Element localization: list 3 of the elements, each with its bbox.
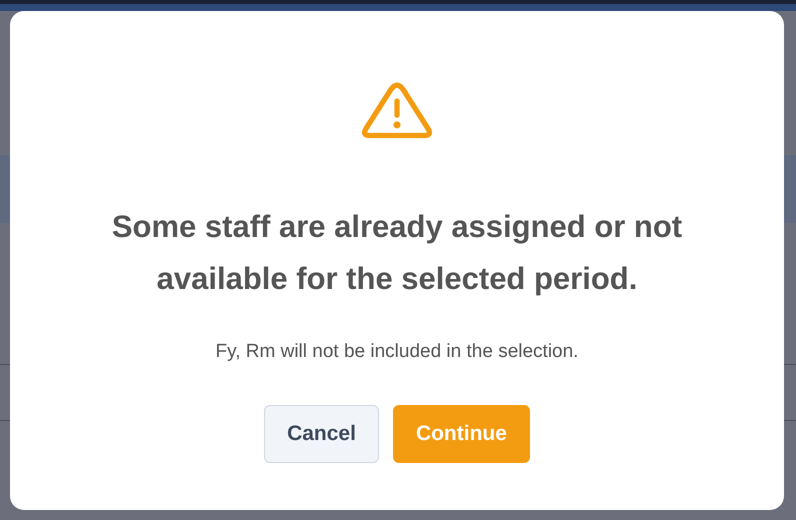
cancel-button[interactable]: Cancel [264,405,379,463]
dialog-title: Some staff are already assigned or not available for the selected period. [110,208,684,298]
dialog-message: Fy, Rm will not be included in the selection. [216,341,578,363]
